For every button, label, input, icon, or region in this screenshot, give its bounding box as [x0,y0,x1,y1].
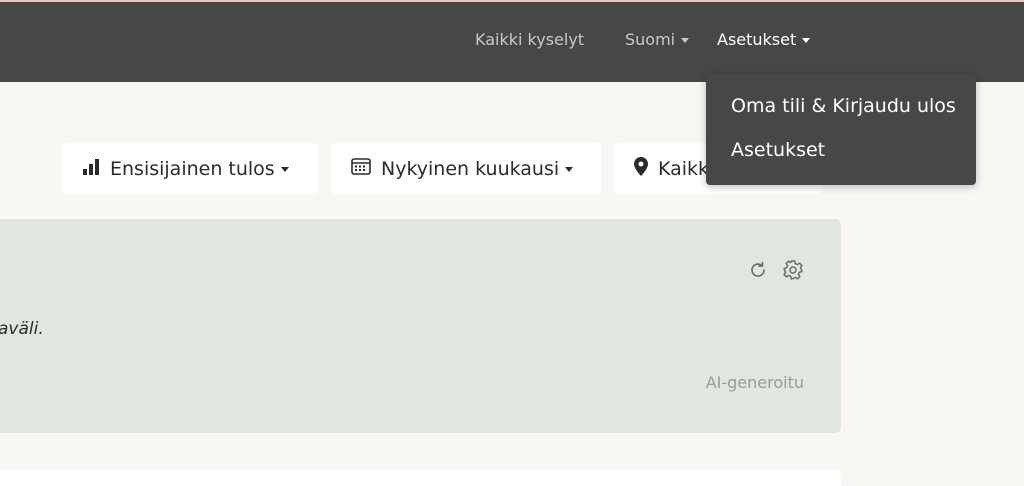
language-dropdown[interactable]: Suomi [625,30,690,49]
map-marker-icon [634,156,648,181]
metric-filter-button[interactable]: Ensisijainen tulos [62,143,318,194]
summary-text: aväli. [0,319,44,339]
gear-icon[interactable] [782,259,804,281]
ai-generated-badge: AI-generoitu [705,373,804,392]
calendar-icon [351,157,371,180]
period-filter-button[interactable]: Nykyinen kuukausi [331,143,601,194]
ai-summary-card: aväli. AI-generoitu [0,219,841,433]
nav-all-surveys-label: Kaikki kyselyt [475,30,585,49]
metric-filter-label: Ensisijainen tulos [110,157,275,180]
content-card [0,470,841,486]
chevron-down-icon [280,167,289,172]
menu-item-settings[interactable]: Asetukset [731,139,825,161]
chevron-down-icon [565,167,574,172]
language-label: Suomi [625,30,676,49]
top-navbar: Kaikki kyselyt Suomi Asetukset [0,2,1024,82]
menu-item-account-logout[interactable]: Oma tili & Kirjaudu ulos [731,95,956,117]
chevron-down-icon [802,38,811,43]
nav-all-surveys-link[interactable]: Kaikki kyselyt [475,30,584,49]
chevron-down-icon [681,38,690,43]
refresh-icon[interactable] [747,259,769,281]
bar-chart-icon [82,158,100,180]
period-filter-label: Nykyinen kuukausi [381,157,560,180]
settings-dropdown-menu: Oma tili & Kirjaudu ulos Asetukset [706,74,976,185]
settings-label: Asetukset [717,30,797,49]
settings-dropdown[interactable]: Asetukset [717,30,811,49]
